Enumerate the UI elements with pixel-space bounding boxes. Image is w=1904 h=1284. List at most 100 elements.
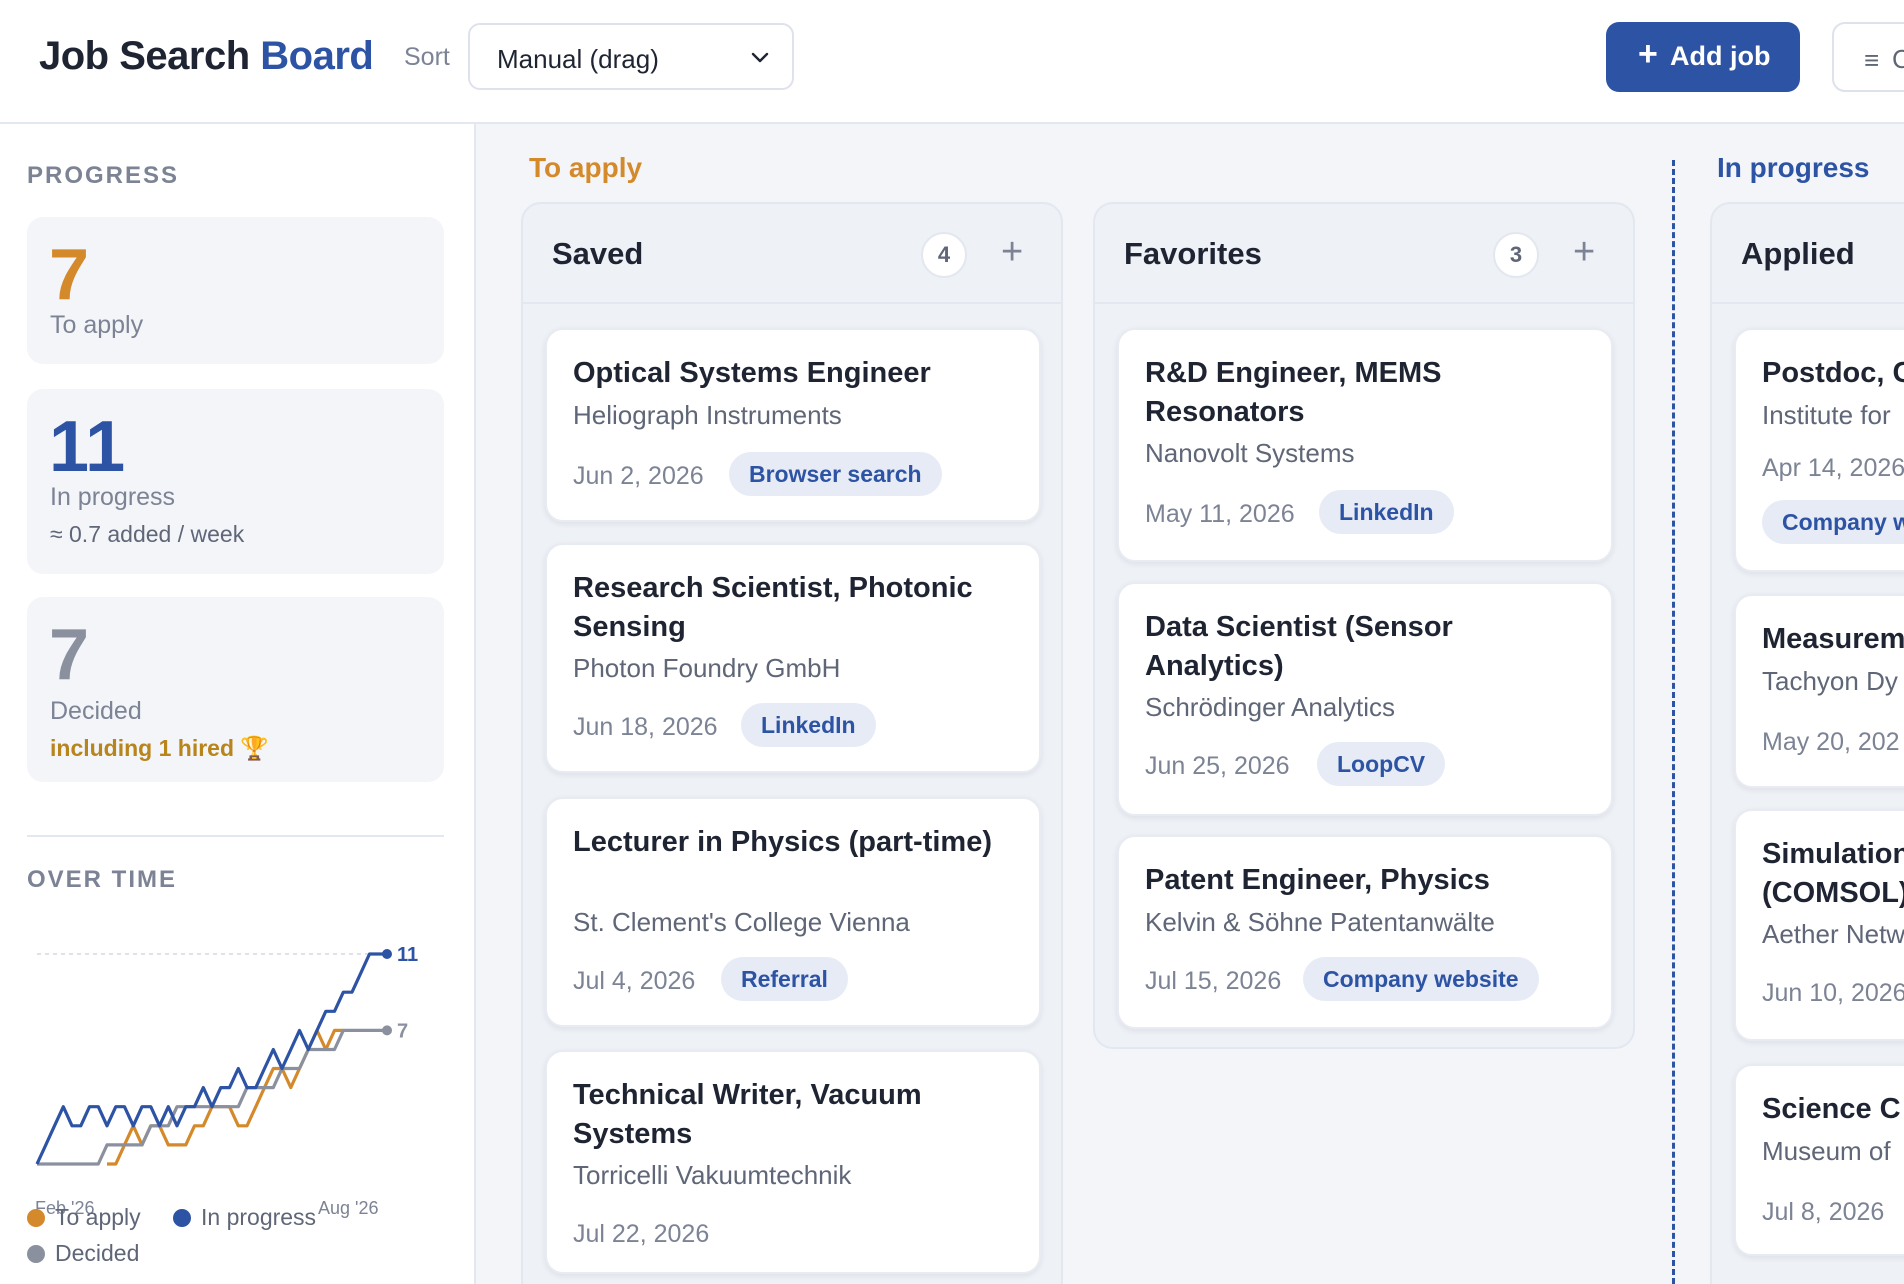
job-source-tag: LinkedIn (1319, 490, 1454, 534)
job-date: Jul 22, 2026 (573, 1220, 710, 1248)
job-title: Patent Engineer, Physics (1145, 864, 1490, 896)
sidebar-divider (27, 835, 444, 837)
job-source-tag: Referral (721, 957, 848, 1001)
job-date: May 11, 2026 (1145, 500, 1295, 528)
column-count-badge: 3 (1493, 232, 1539, 278)
job-card[interactable]: Postdoc, C Institute for Apr 14, 2026 Co… (1734, 328, 1904, 572)
add-job-label: Add job (1670, 41, 1771, 71)
chart-end-label: 7 (397, 1020, 408, 1042)
chart-end-point (382, 949, 392, 959)
legend-item-in-progress: In progress (173, 1204, 316, 1231)
job-company: Schrödinger Analytics (1145, 692, 1396, 722)
job-card[interactable]: Simulation (COMSOL) Aether Netw Jun 10, … (1734, 809, 1904, 1041)
stat-value: 7 (49, 615, 90, 695)
progress-over-time-chart: 711Feb '26 Aug '26 (35, 944, 418, 1218)
job-date: Jun 18, 2026 (573, 713, 718, 741)
column-header: Saved 4 + (523, 204, 1061, 304)
job-date: Jul 4, 2026 (573, 967, 696, 995)
job-date: Apr 14, 2026 (1762, 454, 1904, 482)
job-date: Jun 2, 2026 (573, 462, 704, 490)
stat-label: Decided (50, 697, 142, 725)
chart-end-point (382, 1025, 392, 1036)
legend-label: To apply (55, 1204, 141, 1230)
job-company: Institute for (1762, 400, 1891, 430)
job-company: Tachyon Dy (1762, 666, 1898, 696)
job-company: Photon Foundry GmbH (573, 653, 841, 683)
job-card[interactable]: Technical Writer, Vacuum Systems Torrice… (545, 1050, 1041, 1274)
chart-legend: To apply In progress Decided (27, 1204, 447, 1280)
column-count-badge: 4 (921, 232, 967, 278)
job-source-tag: Company website (1303, 957, 1539, 1001)
job-date: May 20, 202 (1762, 728, 1900, 756)
stat-card-to-apply: 7 To apply (27, 217, 444, 364)
legend-item-to-apply: To apply (27, 1204, 141, 1231)
job-title: Technical Writer, Vacuum Systems (573, 1079, 922, 1150)
job-source-tag: Browser search (729, 452, 942, 496)
stat-label: To apply (50, 311, 144, 339)
progress-heading: PROGRESS (27, 162, 180, 189)
job-company: Kelvin & Söhne Patentanwälte (1145, 907, 1495, 937)
plus-icon: + (1638, 35, 1658, 73)
stat-card-decided: 7 Decided including 1 hired 🏆 (27, 597, 444, 782)
menu-button-label: C (1892, 44, 1904, 75)
job-card[interactable]: Optical Systems Engineer Heliograph Inst… (545, 328, 1041, 522)
sort-select-value: Manual (drag) (497, 44, 659, 74)
job-company: Aether Netw (1762, 919, 1904, 949)
job-title: Postdoc, C (1762, 357, 1904, 389)
column-title: Applied (1741, 236, 1855, 271)
stat-card-in-progress: 11 In progress ≈ 0.7 added / week (27, 389, 444, 574)
chart-series-line (37, 1028, 387, 1166)
job-date: Jul 15, 2026 (1145, 967, 1282, 995)
column-saved: Saved 4 + Optical Systems Engineer Helio… (521, 202, 1063, 1284)
job-card[interactable]: R&D Engineer, MEMS Resonators Nanovolt S… (1117, 328, 1613, 562)
job-source-tag: LoopCV (1317, 742, 1446, 786)
job-title: Lecturer in Physics (part-time) (573, 826, 992, 858)
column-add-icon[interactable]: + (1001, 228, 1023, 276)
column-add-icon[interactable]: + (1573, 228, 1595, 276)
logo-text-accent: Board (260, 34, 374, 78)
menu-icon: ≡ (1864, 45, 1880, 75)
job-title: Measurem (1762, 623, 1904, 655)
legend-label: In progress (201, 1204, 317, 1230)
job-title: Research Scientist, Photonic Sensing (573, 572, 973, 643)
job-card[interactable]: Data Scientist (Sensor Analytics) Schröd… (1117, 582, 1613, 816)
job-card[interactable]: Patent Engineer, Physics Kelvin & Söhne … (1117, 835, 1613, 1029)
chart-series-line (35, 952, 387, 1165)
stat-subtext: ≈ 0.7 added / week (50, 521, 245, 547)
chart-end-label: 11 (397, 944, 418, 966)
legend-dot-icon (27, 1209, 45, 1227)
group-separator (1672, 160, 1675, 1284)
sort-select[interactable]: Manual (drag) (468, 23, 794, 90)
stat-subtext-hired: including 1 hired 🏆 (50, 735, 270, 761)
column-title: Favorites (1124, 236, 1262, 271)
group-title-in-progress: In progress (1717, 152, 1870, 183)
job-card[interactable]: Lecturer in Physics (part-time) St. Clem… (545, 797, 1041, 1027)
job-card[interactable]: Research Scientist, Photonic Sensing Pho… (545, 543, 1041, 773)
column-header: Favorites 3 + (1095, 204, 1633, 304)
legend-label: Decided (55, 1240, 140, 1266)
job-company: Nanovolt Systems (1145, 438, 1355, 468)
add-job-button[interactable]: + Add job (1606, 22, 1800, 92)
job-title: Science C (1762, 1093, 1901, 1125)
legend-dot-icon (27, 1245, 45, 1263)
progress-sidebar: PROGRESS 7 To apply 11 In progress ≈ 0.7… (0, 124, 476, 1284)
stat-value: 7 (49, 235, 90, 315)
job-source-tag: Company w (1762, 500, 1904, 544)
app-header: Job Search Board Sort Manual (drag) + Ad… (0, 0, 1904, 124)
app-logo: Job Search Board (39, 34, 374, 79)
column-header: Applied (1712, 204, 1904, 304)
legend-item-decided: Decided (27, 1240, 139, 1267)
job-card[interactable]: Science C Museum of Jul 8, 2026 (1734, 1064, 1904, 1256)
group-title-to-apply: To apply (529, 152, 643, 183)
over-time-heading: OVER TIME (27, 866, 178, 893)
stat-label: In progress (50, 483, 176, 511)
job-title: Data Scientist (Sensor Analytics) (1145, 611, 1453, 682)
job-source-tag: LinkedIn (741, 703, 876, 747)
sort-label: Sort (404, 43, 450, 71)
job-title: R&D Engineer, MEMS Resonators (1145, 357, 1442, 428)
job-title: Optical Systems Engineer (573, 357, 931, 389)
column-title: Saved (552, 236, 644, 271)
job-card[interactable]: Measurem Tachyon Dy May 20, 202 (1734, 594, 1904, 788)
job-title: Simulation (COMSOL) (1762, 838, 1904, 909)
menu-button[interactable]: ≡ C (1832, 22, 1904, 92)
